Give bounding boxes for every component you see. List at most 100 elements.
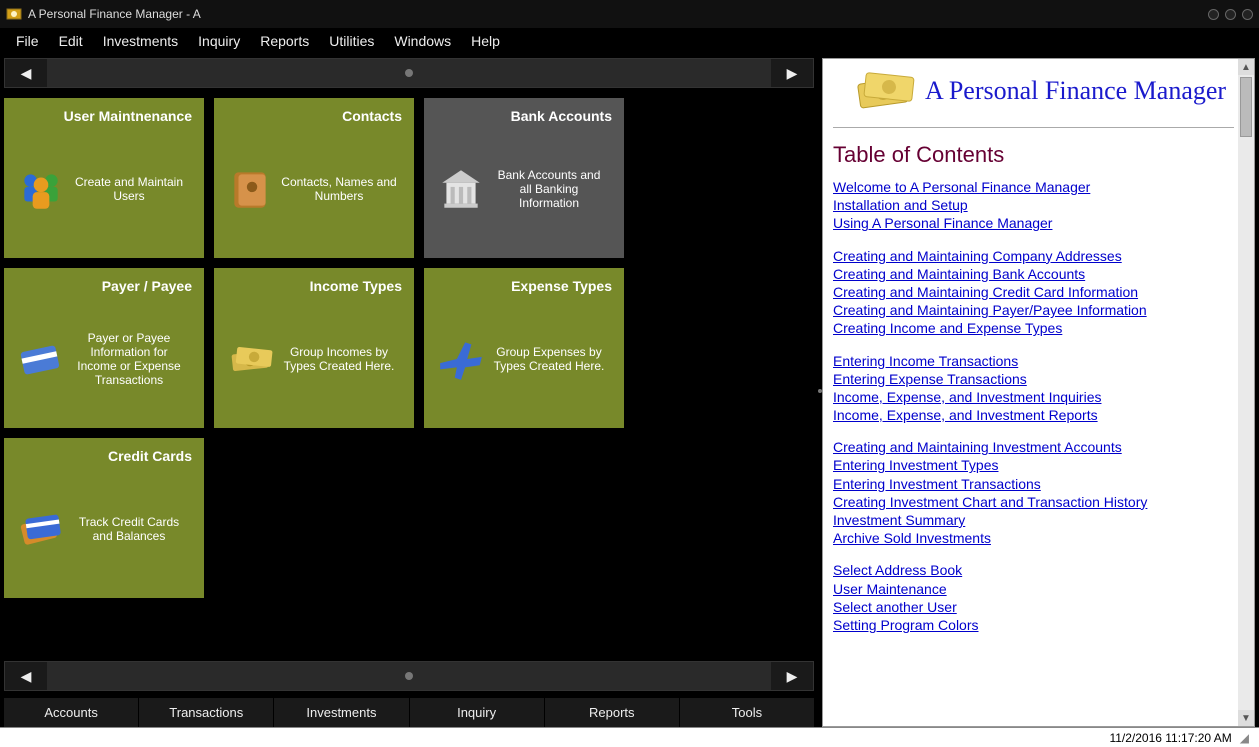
bottom-nav-next[interactable]: ▶ xyxy=(771,662,813,690)
top-nav-next[interactable]: ▶ xyxy=(771,59,813,87)
app-icon xyxy=(6,6,22,22)
top-nav-track[interactable] xyxy=(47,69,771,77)
help-divider xyxy=(833,127,1234,128)
tile-payer-payee[interactable]: Payer / Payee Payer or Payee Information… xyxy=(4,268,204,428)
toc-heading: Table of Contents xyxy=(833,142,1234,168)
tile-desc: Contacts, Names and Numbers xyxy=(276,175,402,203)
window-title: A Personal Finance Manager - A xyxy=(28,7,1208,21)
scroll-thumb[interactable] xyxy=(1240,77,1252,137)
card-icon xyxy=(16,334,66,384)
close-button[interactable] xyxy=(1242,9,1253,20)
tile-desc: Create and Maintain Users xyxy=(66,175,192,203)
menu-file[interactable]: File xyxy=(6,30,49,52)
bottom-nav-track[interactable] xyxy=(47,672,771,680)
help-content: A Personal Finance Manager Table of Cont… xyxy=(823,59,1254,654)
toc-link[interactable]: Select another User xyxy=(833,598,1234,616)
scroll-up-icon[interactable]: ▲ xyxy=(1238,59,1254,75)
toc-link[interactable]: Using A Personal Finance Manager xyxy=(833,214,1234,232)
tile-title: Contacts xyxy=(226,108,402,124)
menu-investments[interactable]: Investments xyxy=(93,30,188,52)
statusbar: 11/2/2016 11:17:20 AM ◢ xyxy=(0,727,1259,747)
tile-desc: Group Expenses by Types Created Here. xyxy=(486,345,612,373)
plane-icon xyxy=(436,334,486,384)
bank-icon xyxy=(436,164,486,214)
help-pane: A Personal Finance Manager Table of Cont… xyxy=(822,58,1255,727)
bottom-nav-strip: ◀ ▶ xyxy=(4,661,814,691)
toc-link[interactable]: Creating Income and Expense Types xyxy=(833,319,1234,337)
client-area: ◀ ▶ User Maintnenance Create and Maintai… xyxy=(0,54,1259,727)
toc-link[interactable]: Income, Expense, and Investment Inquirie… xyxy=(833,388,1234,406)
toc-link[interactable]: Archive Sold Investments xyxy=(833,529,1234,547)
scroll-down-icon[interactable]: ▼ xyxy=(1238,710,1254,726)
tab-investments[interactable]: Investments xyxy=(274,698,409,727)
toc-link[interactable]: Entering Expense Transactions xyxy=(833,370,1234,388)
toc-link[interactable]: User Maintenance xyxy=(833,580,1234,598)
toc-link[interactable]: Creating Investment Chart and Transactio… xyxy=(833,493,1234,511)
toc-link[interactable]: Creating and Maintaining Payer/Payee Inf… xyxy=(833,301,1234,319)
toc-link[interactable]: Creating and Maintaining Company Address… xyxy=(833,247,1234,265)
tab-transactions[interactable]: Transactions xyxy=(139,698,274,727)
navigation-pane: ◀ ▶ User Maintnenance Create and Maintai… xyxy=(0,54,818,727)
users-icon xyxy=(16,164,66,214)
tile-desc: Group Incomes by Types Created Here. xyxy=(276,345,402,373)
tile-expense-types[interactable]: Expense Types Group Expenses by Types Cr… xyxy=(424,268,624,428)
toc-link[interactable]: Entering Income Transactions xyxy=(833,352,1234,370)
top-nav-strip: ◀ ▶ xyxy=(4,58,814,88)
tile-title: Bank Accounts xyxy=(436,108,612,124)
window-buttons xyxy=(1208,9,1253,20)
menubar: File Edit Investments Inquiry Reports Ut… xyxy=(0,28,1259,54)
toc-link[interactable]: Creating and Maintaining Credit Card Inf… xyxy=(833,283,1234,301)
contacts-icon xyxy=(226,164,276,214)
resize-grip-icon[interactable]: ◢ xyxy=(1240,731,1249,745)
toc-link[interactable]: Creating and Maintaining Bank Accounts xyxy=(833,265,1234,283)
tile-desc: Payer or Payee Information for Income or… xyxy=(66,331,192,387)
toc-link[interactable]: Income, Expense, and Investment Reports xyxy=(833,406,1234,424)
status-datetime: 11/2/2016 11:17:20 AM xyxy=(1109,731,1231,745)
toc-link[interactable]: Setting Program Colors xyxy=(833,616,1234,634)
tile-bank-accounts[interactable]: Bank Accounts Bank Accounts and all Bank… xyxy=(424,98,624,258)
toc-link[interactable]: Welcome to A Personal Finance Manager xyxy=(833,178,1234,196)
toc-link[interactable]: Entering Investment Transactions xyxy=(833,475,1234,493)
help-logo-icon xyxy=(853,69,917,113)
toc-link[interactable]: Investment Summary xyxy=(833,511,1234,529)
menu-help[interactable]: Help xyxy=(461,30,510,52)
tile-title: Credit Cards xyxy=(16,448,192,464)
toc-link[interactable]: Entering Investment Types xyxy=(833,456,1234,474)
titlebar: A Personal Finance Manager - A xyxy=(0,0,1259,28)
menu-edit[interactable]: Edit xyxy=(49,30,93,52)
tab-reports[interactable]: Reports xyxy=(545,698,680,727)
tile-title: User Maintnenance xyxy=(16,108,192,124)
toc: Welcome to A Personal Finance Manager In… xyxy=(833,178,1234,634)
page-indicator-icon xyxy=(405,69,413,77)
maximize-button[interactable] xyxy=(1225,9,1236,20)
tile-contacts[interactable]: Contacts Contacts, Names and Numbers xyxy=(214,98,414,258)
tile-title: Payer / Payee xyxy=(16,278,192,294)
help-scrollbar[interactable]: ▲ ▼ xyxy=(1238,59,1254,726)
menu-utilities[interactable]: Utilities xyxy=(319,30,384,52)
tab-tools[interactable]: Tools xyxy=(680,698,814,727)
toc-link[interactable]: Select Address Book xyxy=(833,561,1234,579)
toc-link[interactable]: Creating and Maintaining Investment Acco… xyxy=(833,438,1234,456)
minimize-button[interactable] xyxy=(1208,9,1219,20)
page-indicator-icon xyxy=(405,672,413,680)
menu-windows[interactable]: Windows xyxy=(384,30,461,52)
tile-desc: Bank Accounts and all Banking Informatio… xyxy=(486,168,612,210)
top-nav-prev[interactable]: ◀ xyxy=(5,59,47,87)
tile-income-types[interactable]: Income Types Group Incomes by Types Crea… xyxy=(214,268,414,428)
category-tabbar: Accounts Transactions Investments Inquir… xyxy=(4,697,814,727)
tile-credit-cards[interactable]: Credit Cards Track Credit Cards and Bala… xyxy=(4,438,204,598)
bottom-nav-prev[interactable]: ◀ xyxy=(5,662,47,690)
money-icon xyxy=(226,334,276,384)
creditcard-icon xyxy=(16,504,66,554)
menu-reports[interactable]: Reports xyxy=(250,30,319,52)
tab-inquiry[interactable]: Inquiry xyxy=(410,698,545,727)
tile-user-maintenance[interactable]: User Maintnenance Create and Maintain Us… xyxy=(4,98,204,258)
tile-grid: User Maintnenance Create and Maintain Us… xyxy=(4,88,814,661)
tab-accounts[interactable]: Accounts xyxy=(4,698,139,727)
toc-link[interactable]: Installation and Setup xyxy=(833,196,1234,214)
tile-title: Income Types xyxy=(226,278,402,294)
help-title: A Personal Finance Manager xyxy=(925,77,1226,106)
tile-desc: Track Credit Cards and Balances xyxy=(66,515,192,543)
tile-title: Expense Types xyxy=(436,278,612,294)
menu-inquiry[interactable]: Inquiry xyxy=(188,30,250,52)
